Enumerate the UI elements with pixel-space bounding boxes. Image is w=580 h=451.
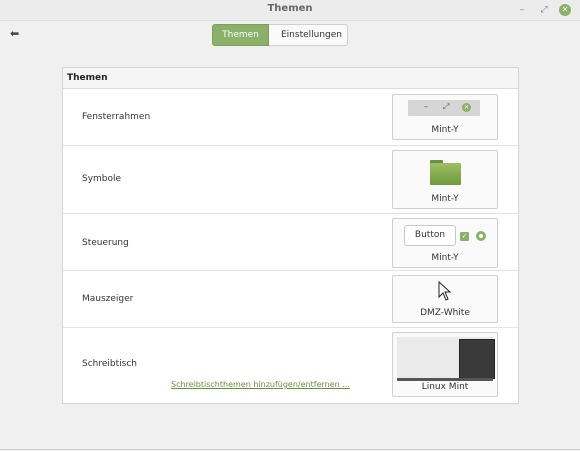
window-borders-chooser[interactable]: – ⤢ ✕ Mint-Y xyxy=(392,94,498,140)
row-icons: Symbole Mint-Y xyxy=(63,146,518,214)
title-bar: Themen – ⤢ ✕ xyxy=(0,0,580,21)
minimize-icon: – xyxy=(424,102,428,111)
window-border-preview: – ⤢ ✕ xyxy=(408,100,480,116)
radio-icon xyxy=(476,231,486,241)
window-title: Themen xyxy=(267,3,313,14)
desktop-choice: Linux Mint xyxy=(421,382,469,392)
maximize-icon: ⤢ xyxy=(443,102,450,111)
mouse-pointer-choice: DMZ-White xyxy=(420,308,470,318)
row-label: Fensterrahmen xyxy=(82,112,151,122)
row-mouse-pointer: Mauszeiger DMZ-White xyxy=(63,271,518,328)
row-label: Symbole xyxy=(82,174,122,184)
folder-icon xyxy=(430,160,461,185)
view-switcher: Themen Einstellungen xyxy=(212,24,348,46)
row-desktop: Schreibtisch Linux Mint xyxy=(63,328,518,402)
desktop-preview xyxy=(397,337,495,381)
icons-choice: Mint-Y xyxy=(431,194,459,204)
mouse-pointer-chooser[interactable]: DMZ-White xyxy=(392,275,498,323)
desktop-chooser[interactable]: Linux Mint xyxy=(392,332,498,397)
tab-themen[interactable]: Themen xyxy=(212,24,269,46)
button-preview: Button xyxy=(404,225,456,246)
back-arrow-icon[interactable]: ⬅ xyxy=(10,27,19,40)
row-label: Schreibtisch xyxy=(82,359,137,369)
panel-header: Themen xyxy=(63,68,518,89)
row-controls: Steuerung Button ✓ Mint-Y xyxy=(63,214,518,271)
add-remove-desktop-themes-link[interactable]: Schreibtischthemen hinzufügen/entfernen … xyxy=(171,380,350,389)
toolbar: ⬅ Themen Einstellungen xyxy=(0,21,580,51)
controls-chooser[interactable]: Button ✓ Mint-Y xyxy=(392,218,498,268)
close-icon: ✕ xyxy=(462,103,471,112)
maximize-button[interactable]: ⤢ xyxy=(537,3,551,17)
tab-einstellungen[interactable]: Einstellungen xyxy=(269,24,348,46)
icons-chooser[interactable]: Mint-Y xyxy=(392,150,498,209)
check-icon: ✓ xyxy=(460,232,469,241)
window-borders-choice: Mint-Y xyxy=(431,125,459,135)
row-label: Steuerung xyxy=(82,238,129,248)
window-bottom-border xyxy=(0,449,580,450)
minimize-button[interactable]: – xyxy=(515,3,529,17)
controls-choice: Mint-Y xyxy=(431,253,459,263)
close-button[interactable]: ✕ xyxy=(559,4,571,16)
mouse-pointer-icon xyxy=(438,281,452,301)
row-window-borders: Fensterrahmen – ⤢ ✕ Mint-Y xyxy=(63,89,518,146)
themes-panel: Themen Fensterrahmen – ⤢ ✕ Mint-Y Symbol… xyxy=(62,67,519,404)
row-label: Mauszeiger xyxy=(82,294,134,304)
